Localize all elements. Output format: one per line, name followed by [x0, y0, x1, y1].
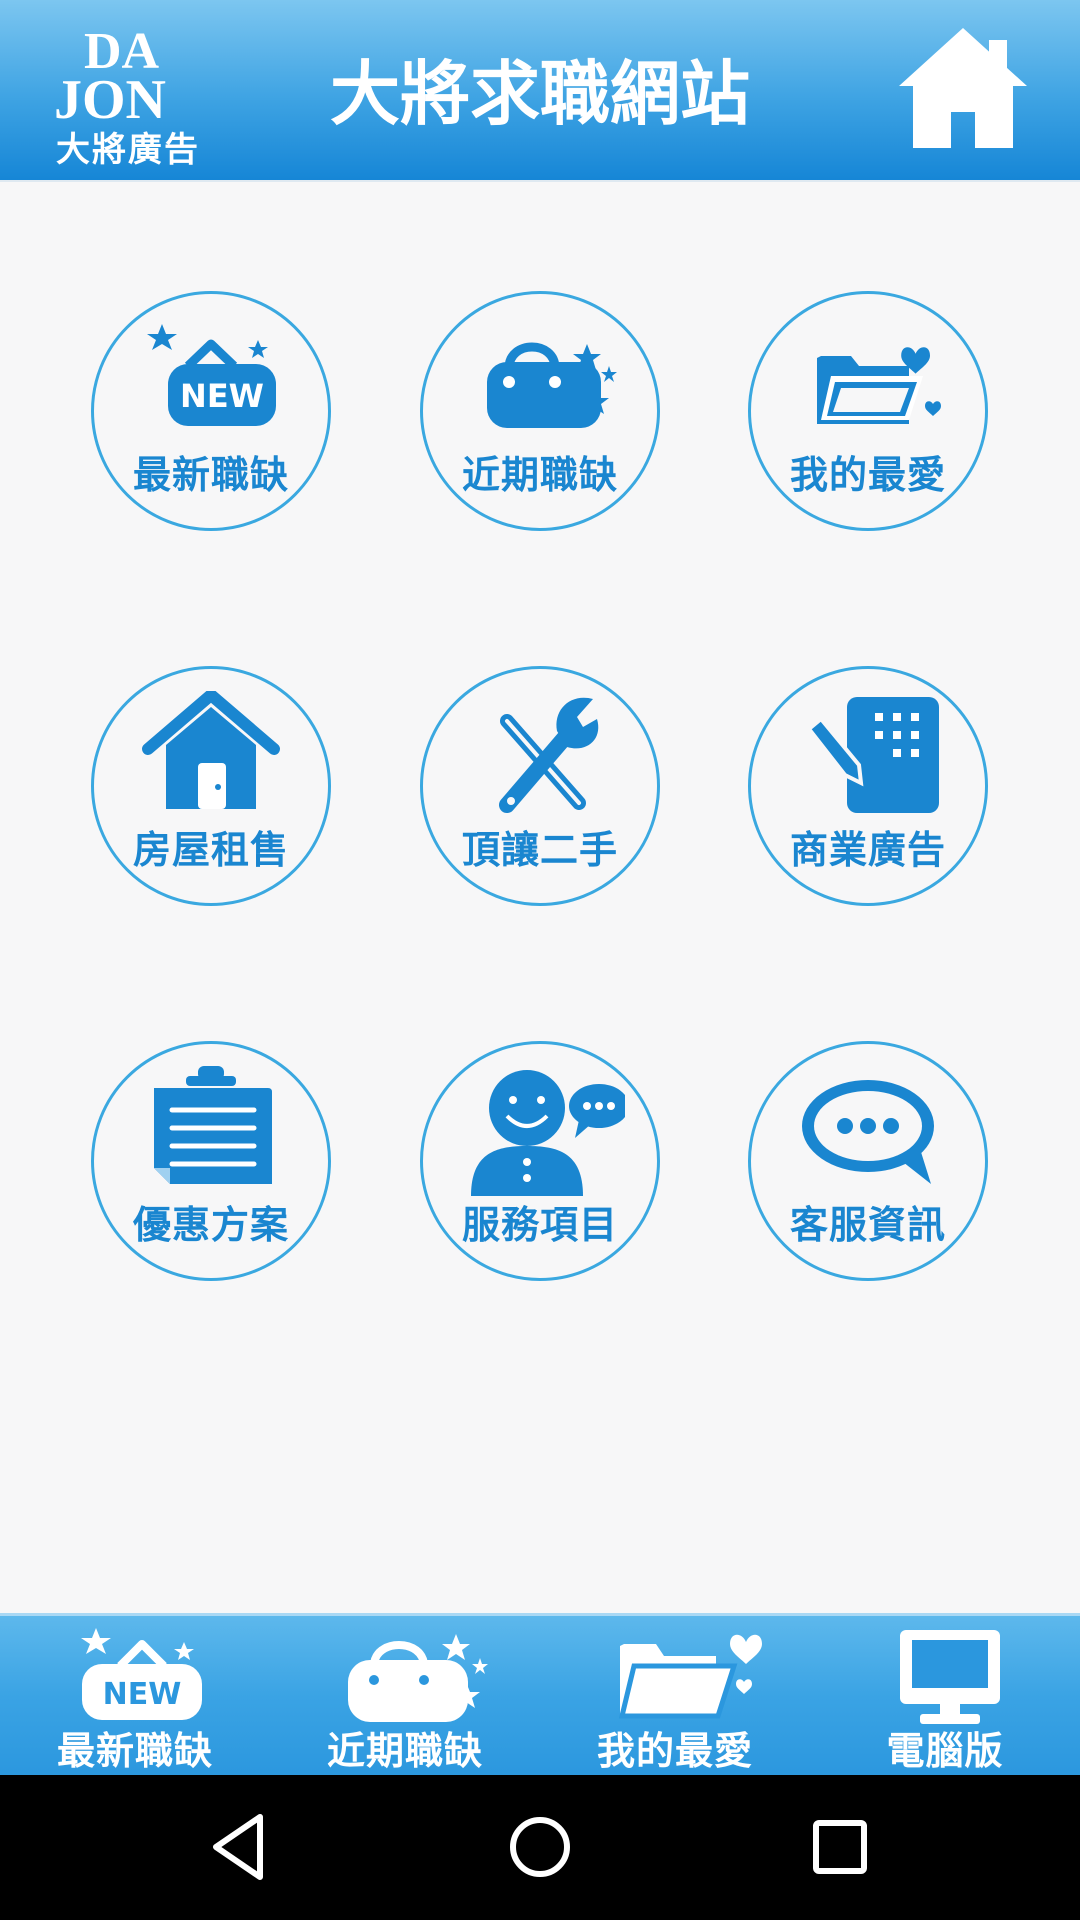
- building-pen-icon: [806, 697, 939, 813]
- menu-services[interactable]: 服務項目: [420, 1041, 660, 1281]
- tools-icon: [499, 697, 599, 813]
- menu-second-hand[interactable]: 頂讓二手: [420, 666, 660, 906]
- tile-label: 優惠方案: [132, 1203, 289, 1247]
- clipboard-icon: [154, 1066, 272, 1184]
- bag-icon: [348, 1634, 488, 1722]
- menu-real-estate[interactable]: 房屋租售: [91, 666, 331, 906]
- tile-label: 頂讓二手: [461, 828, 618, 872]
- folder-heart-icon: [618, 1634, 762, 1719]
- recents-square-icon: [813, 1820, 867, 1874]
- tab-label: 最新職缺: [56, 1729, 213, 1773]
- menu-promotions[interactable]: 優惠方案: [91, 1041, 331, 1281]
- tab-latest-jobs[interactable]: NEW 最新職缺: [0, 1616, 270, 1778]
- svg-text:NEW: NEW: [180, 377, 264, 415]
- tab-label: 我的最愛: [596, 1729, 753, 1773]
- tile-label: 我的最愛: [789, 453, 946, 497]
- system-home-button[interactable]: [500, 1807, 580, 1887]
- back-triangle-icon: [213, 1814, 263, 1880]
- tile-label: 商業廣告: [789, 828, 946, 872]
- page-title: 大將求職網站: [330, 53, 750, 135]
- folder-heart-icon: [817, 347, 941, 424]
- tile-label: 客服資訊: [789, 1203, 946, 1247]
- tile-label: 房屋租售: [132, 828, 289, 872]
- tab-favorites[interactable]: 我的最愛: [540, 1616, 810, 1778]
- svg-text:NEW: NEW: [103, 1677, 182, 1712]
- tab-desktop-version[interactable]: 電腦版: [810, 1616, 1080, 1778]
- bottom-tab-bar: NEW 最新職缺 近期職缺 我的最愛 電腦版: [0, 1613, 1080, 1778]
- home-button[interactable]: [895, 24, 1031, 154]
- tile-label: 服務項目: [461, 1203, 618, 1247]
- logo-text: 大將廣告: [56, 130, 200, 170]
- app-header: DA JON 大將廣告 大將求職網站: [0, 0, 1080, 182]
- dajon-logo-mark: DA JON: [54, 23, 166, 120]
- tab-recent-jobs[interactable]: 近期職缺: [270, 1616, 540, 1778]
- svg-text:JON: JON: [54, 69, 166, 120]
- menu-customer-service[interactable]: 客服資訊: [748, 1041, 988, 1281]
- menu-business-ads[interactable]: 商業廣告: [748, 666, 988, 906]
- bag-icon: [487, 342, 617, 428]
- house-icon: [142, 691, 280, 809]
- menu-recent-jobs[interactable]: 近期職缺: [420, 291, 660, 531]
- back-button[interactable]: [200, 1807, 280, 1887]
- chat-bubble-icon: [802, 1080, 934, 1184]
- dajon-logo[interactable]: DA JON 大將廣告: [52, 20, 202, 170]
- menu-grid: NEW 最新職缺 近期職缺 我的最愛 房屋租售 頂讓二手 商業廣告 優惠方案 服…: [0, 180, 1080, 1613]
- tile-label: 最新職缺: [132, 453, 289, 497]
- monitor-icon: [900, 1630, 1000, 1724]
- tab-label: 電腦版: [886, 1729, 1004, 1773]
- menu-favorites[interactable]: 我的最愛: [748, 291, 988, 531]
- menu-latest-jobs[interactable]: NEW 最新職缺: [91, 291, 331, 531]
- home-icon: [899, 28, 1027, 148]
- new-sign-icon: NEW: [81, 1628, 202, 1720]
- recents-button[interactable]: [800, 1807, 880, 1887]
- new-sign-icon: NEW: [147, 324, 276, 426]
- tab-label: 近期職缺: [326, 1729, 483, 1773]
- service-person-icon: [471, 1070, 625, 1196]
- home-circle-icon: [510, 1817, 570, 1877]
- system-nav-bar: [0, 1775, 1080, 1920]
- tile-label: 近期職缺: [461, 453, 618, 497]
